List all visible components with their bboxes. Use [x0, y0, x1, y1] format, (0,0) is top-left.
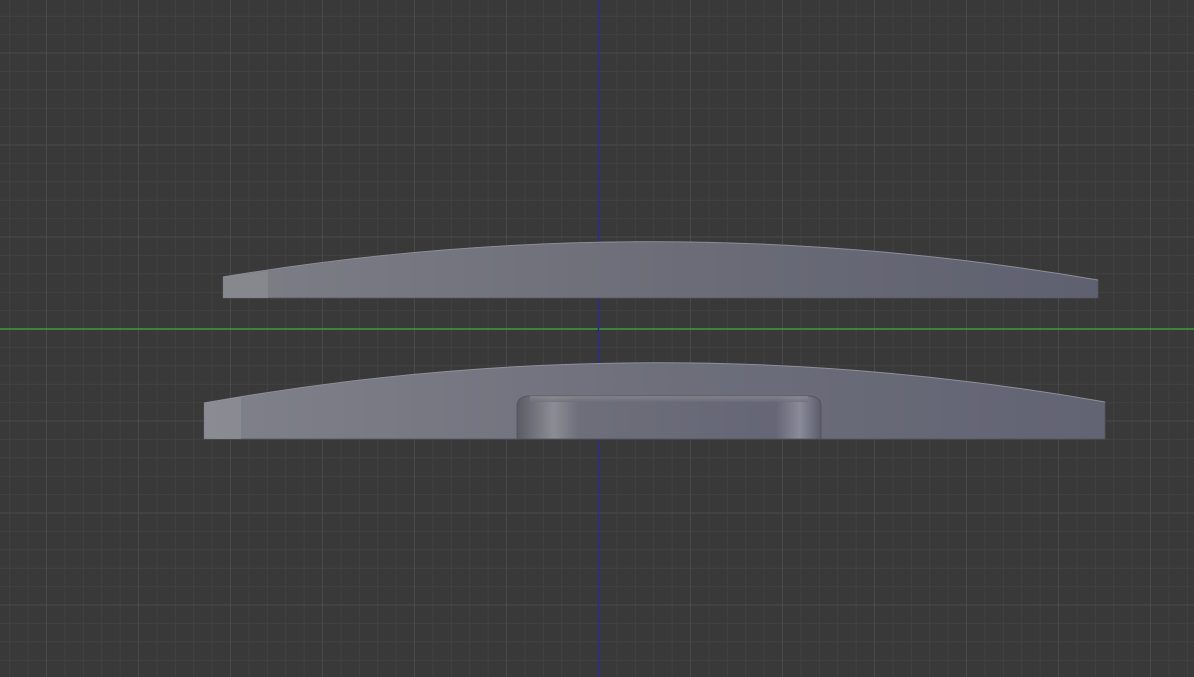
grid-major-lines [0, 0, 1194, 677]
center-raised-block[interactable] [516, 395, 822, 440]
top-plate-end-face [223, 271, 268, 298]
base-end-face [204, 397, 241, 439]
viewport-canvas[interactable] [0, 0, 1194, 677]
grid-minor-lines [0, 0, 1194, 677]
3d-viewport[interactable] [0, 0, 1194, 677]
block-top-bevel [530, 396, 808, 402]
block-body[interactable] [516, 395, 822, 440]
